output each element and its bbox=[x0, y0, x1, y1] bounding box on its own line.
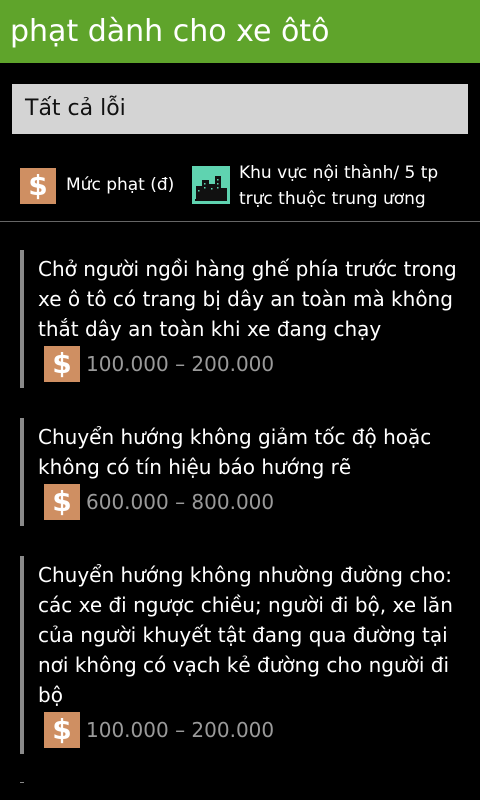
fine-value: 100.000 – 200.000 bbox=[86, 352, 275, 376]
app-header: phạt dành cho xe ôtô bbox=[0, 0, 480, 63]
dollar-icon: $ bbox=[44, 484, 80, 520]
violation-fine: $ 100.000 – 200.000 bbox=[38, 346, 470, 388]
violation-description: Chở người ngồi hàng ghế phía trước trong… bbox=[38, 257, 457, 341]
dollar-icon: $ bbox=[44, 346, 80, 382]
dollar-icon: $ bbox=[44, 712, 80, 748]
list-item[interactable]: Chở người ngồi hàng ghế phía trước trong… bbox=[20, 250, 470, 388]
fine-value: 100.000 – 200.000 bbox=[86, 718, 275, 742]
violation-description: Chuyển hướng không giảm tốc độ hoặc khôn… bbox=[38, 425, 432, 479]
violation-fine: $ 600.000 – 800.000 bbox=[38, 484, 470, 526]
filter-dropdown[interactable]: Tất cả lỗi bbox=[12, 84, 468, 134]
violation-fine: $ 100.000 – 200.000 bbox=[38, 712, 470, 754]
divider bbox=[0, 221, 480, 222]
legend: $ Mức phạt (đ) Khu vực nội thành/ 5 tp t… bbox=[0, 160, 480, 220]
dollar-icon: $ bbox=[20, 168, 56, 204]
legend-fine-label: Mức phạt (đ) bbox=[66, 175, 175, 195]
city-icon bbox=[192, 166, 230, 204]
scroll-indicator bbox=[20, 782, 24, 783]
legend-area-label: Khu vực nội thành/ 5 tp trực thuộc trung… bbox=[239, 163, 439, 209]
page-title: phạt dành cho xe ôtô bbox=[10, 14, 330, 49]
list-item[interactable]: Chuyển hướng không nhường đường cho: các… bbox=[20, 556, 470, 754]
list-item[interactable]: Chuyển hướng không giảm tốc độ hoặc khôn… bbox=[20, 418, 470, 526]
fine-value: 600.000 – 800.000 bbox=[86, 490, 275, 514]
filter-selected-value: Tất cả lỗi bbox=[25, 96, 126, 121]
violation-description: Chuyển hướng không nhường đường cho: các… bbox=[38, 563, 453, 707]
violation-list: Chở người ngồi hàng ghế phía trước trong… bbox=[0, 250, 480, 784]
